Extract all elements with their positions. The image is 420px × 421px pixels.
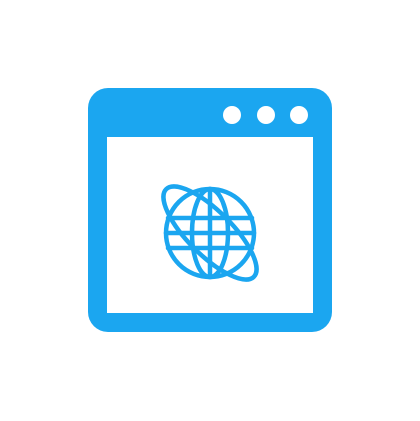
canvas xyxy=(0,0,420,421)
window-dot-2 xyxy=(257,106,275,124)
window-dots xyxy=(223,106,308,124)
window-dot-1 xyxy=(223,106,241,124)
browser-window-globe-icon xyxy=(88,88,332,332)
window-dot-3 xyxy=(290,106,308,124)
